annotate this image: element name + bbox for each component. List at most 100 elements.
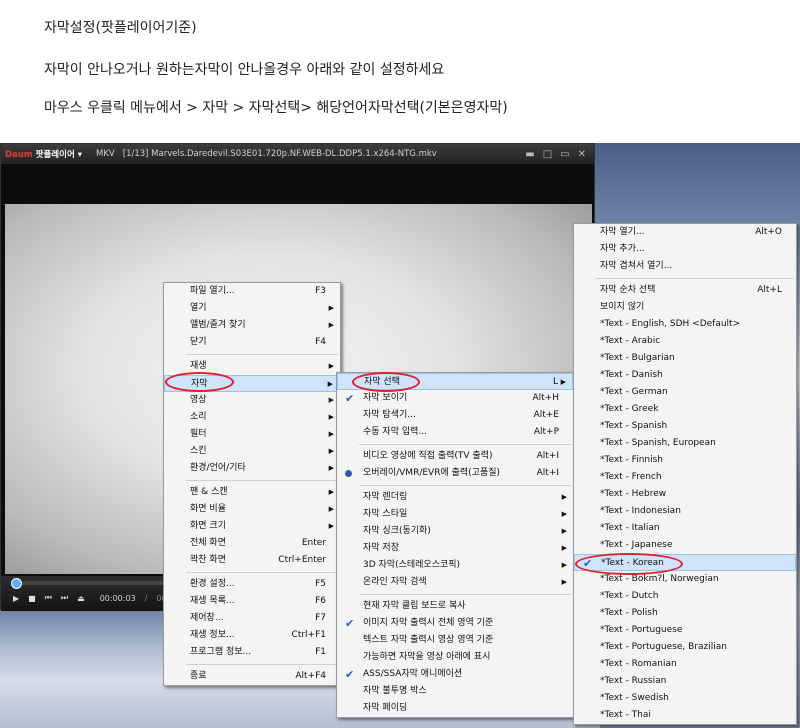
eject-icon[interactable]: ⏏	[77, 594, 85, 603]
menu-item[interactable]: 가능하면 자막을 영상 아래에 표시	[337, 649, 573, 666]
menu-item-label: *Text - Arabic	[600, 336, 661, 346]
menu-item[interactable]: *Text - French	[574, 469, 796, 486]
instruction-steps: 마우스 우클릭 메뉴에서 > 자막 > 자막선택> 해당언어자막선택(기본은영자…	[44, 100, 508, 116]
instruction-text: 자막이 안나오거나 원하는자막이 안나올경우 아래와 같이 설정하세요	[44, 62, 445, 78]
menu-item[interactable]: 자막 순차 선택 Alt+L	[574, 282, 796, 299]
menu-item[interactable]: 자막 스타일 ▶	[337, 506, 573, 523]
menu-item[interactable]: ✔ 이미지 자막 출력시 전체 영역 기준	[337, 615, 573, 632]
menu-item[interactable]: 비디오 영상에 직접 출력(TV 출력) Alt+I	[337, 448, 573, 465]
restore-icon[interactable]: □	[543, 149, 552, 160]
close-icon[interactable]: ✕	[578, 149, 586, 160]
menu-item[interactable]: 자막 불투명 박스	[337, 683, 573, 700]
menu-item[interactable]: 자막 겹쳐서 열기...	[574, 258, 796, 275]
menu-item[interactable]: 소리 ▶	[164, 409, 340, 426]
menu-item[interactable]: *Text - Thai	[574, 707, 796, 724]
submenu-arrow-icon: ▶	[328, 505, 334, 513]
stop-icon[interactable]: ■	[28, 594, 36, 603]
menu-item[interactable]: 필터 ▶	[164, 426, 340, 443]
menu-item[interactable]: 현재 자막 클립 보드로 복사	[337, 598, 573, 615]
menu-item[interactable]: ✔ 자막 보이기 Alt+H	[337, 390, 573, 407]
menu-item[interactable]: 앨범/즐겨 찾기 ▶	[164, 317, 340, 334]
annotation-circle	[165, 372, 234, 392]
menu-item[interactable]: *Text - Spanish, European	[574, 435, 796, 452]
menu-separator	[186, 480, 338, 481]
menu-item[interactable]: 수동 자막 입력... Alt+P	[337, 424, 573, 441]
menu-item[interactable]: 꽉찬 화면 Ctrl+Enter	[164, 552, 340, 569]
minimize-icon[interactable]: ▬	[525, 149, 534, 160]
menu-item[interactable]: *Text - Arabic	[574, 333, 796, 350]
next-icon[interactable]: ⏭	[61, 593, 68, 603]
menu-item[interactable]: *Text - Portuguese	[574, 622, 796, 639]
menu-item-label: 자막 페이딩	[363, 703, 408, 713]
menu-item[interactable]: *Text - Polish	[574, 605, 796, 622]
menu-item[interactable]: 환경/언어/기타 ▶	[164, 460, 340, 477]
context-menu-subtitle: 자막 선택 L ▶ ✔ 자막 보이기 Alt+H 자막 탐색기... Alt+E 수동 자막 입…	[336, 372, 574, 718]
menu-item-label: *Text - Spanish	[600, 421, 668, 431]
menu-item[interactable]: 스킨 ▶	[164, 443, 340, 460]
menu-item[interactable]: 닫기 F4	[164, 334, 340, 351]
menu-item[interactable]: 팬 & 스캔 ▶	[164, 484, 340, 501]
menu-item[interactable]: 텍스트 자막 출력시 영상 영역 기준	[337, 632, 573, 649]
menu-item-label: 프로그램 정보...	[190, 647, 252, 657]
menu-item[interactable]: ✔ ASS/SSA자막 애니메이션	[337, 666, 573, 683]
menu-item[interactable]: *Text - Portuguese, Brazilian	[574, 639, 796, 656]
previous-icon[interactable]: ⏮	[45, 593, 52, 603]
menu-item[interactable]: *Text - Italian	[574, 520, 796, 537]
menu-item[interactable]: 자막 싱크(동기화) ▶	[337, 523, 573, 540]
menu-item[interactable]: 화면 비율 ▶	[164, 501, 340, 518]
menu-item[interactable]: *Text - Hebrew	[574, 486, 796, 503]
menu-item[interactable]: *Text - Spanish	[574, 418, 796, 435]
menu-item-label: 자막 순차 선택	[600, 285, 656, 295]
seek-handle[interactable]	[11, 578, 22, 589]
menu-item[interactable]: *Text - German	[574, 384, 796, 401]
menu-item[interactable]: 오버레이/VMR/EVR에 출력(고품질) Alt+I	[337, 465, 573, 482]
menu-item[interactable]: *Text - Bulgarian	[574, 350, 796, 367]
menu-item-label: *Text - Spanish, European	[600, 438, 716, 448]
menu-item[interactable]: 프로그램 정보... F1	[164, 644, 340, 661]
menu-item-label: *Text - Bokm?l, Norwegian	[600, 574, 719, 584]
menu-item[interactable]: *Text - Russian	[574, 673, 796, 690]
menu-item[interactable]: 제어창... F7	[164, 610, 340, 627]
menu-item[interactable]: 종료 Alt+F4	[164, 668, 340, 685]
menu-item[interactable]: 3D 자막(스테레오스코픽) ▶	[337, 557, 573, 574]
app-logo[interactable]: Daum 팟플레이어 ▾	[5, 148, 82, 160]
menu-item[interactable]: 파일 열기... F3	[164, 283, 340, 300]
menu-item[interactable]: *Text - Dutch	[574, 588, 796, 605]
menu-item[interactable]: *Text - Greek	[574, 401, 796, 418]
context-menu-subtitle-select: 자막 열기... Alt+O 자막 추가... 자막 겹쳐서 열기... 자막 순차 선…	[573, 223, 797, 725]
menu-item[interactable]: 전체 화면 Enter	[164, 535, 340, 552]
submenu-arrow-icon: ▶	[327, 380, 333, 388]
menu-item-label: 가능하면 자막을 영상 아래에 표시	[363, 652, 491, 662]
menu-item[interactable]: 자막 페이딩	[337, 700, 573, 717]
menu-item[interactable]: 재생 정보... Ctrl+F1	[164, 627, 340, 644]
menu-item[interactable]: 환경 설정... F5	[164, 576, 340, 593]
menu-item[interactable]: 온라인 자막 검색 ▶	[337, 574, 573, 591]
menu-item[interactable]: *Text - Finnish	[574, 452, 796, 469]
play-icon[interactable]: ▶	[13, 594, 19, 603]
menu-item[interactable]: 자막 저장 ▶	[337, 540, 573, 557]
menu-item-label: 제어창...	[190, 613, 224, 623]
menu-item[interactable]: *Text - Japanese	[574, 537, 796, 554]
menu-item[interactable]: *Text - Danish	[574, 367, 796, 384]
menu-item[interactable]: 재생 목록... F6	[164, 593, 340, 610]
menu-item[interactable]: *Text - Swedish	[574, 690, 796, 707]
menu-item-shortcut: Alt+I	[536, 451, 559, 461]
menu-item[interactable]: 자막 열기... Alt+O	[574, 224, 796, 241]
menu-item[interactable]: *Text - Indonesian	[574, 503, 796, 520]
menu-item[interactable]: 영상 ▶	[164, 392, 340, 409]
title-bar[interactable]: Daum 팟플레이어 ▾ MKV [1/13] Marvels.Daredevi…	[1, 144, 594, 164]
menu-item-label: 앨범/즐겨 찾기	[190, 320, 246, 330]
menu-item[interactable]: *Text - Romanian	[574, 656, 796, 673]
menu-item[interactable]: 화면 크기 ▶	[164, 518, 340, 535]
menu-item[interactable]: 자막 렌더링 ▶	[337, 489, 573, 506]
submenu-arrow-icon: ▶	[328, 396, 334, 404]
menu-item[interactable]: 자막 탐색기... Alt+E	[337, 407, 573, 424]
menu-item[interactable]: 보이지 않기	[574, 299, 796, 316]
menu-item[interactable]: *Text - English, SDH <Default>	[574, 316, 796, 333]
format-label: MKV	[96, 149, 115, 159]
submenu-arrow-icon: ▶	[328, 464, 334, 472]
menu-item-label: 자막 저장	[363, 543, 399, 553]
menu-item[interactable]: 열기 ▶	[164, 300, 340, 317]
menu-item[interactable]: 자막 추가...	[574, 241, 796, 258]
maximize-icon[interactable]: ▭	[560, 149, 569, 160]
